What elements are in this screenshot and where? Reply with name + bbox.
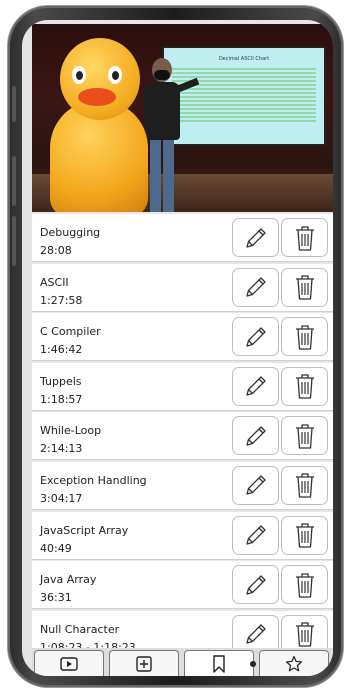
item-title: While-Loop	[40, 424, 102, 438]
rubber-duck	[50, 38, 148, 212]
list-item[interactable]: JavaScript Array 40:49	[32, 511, 333, 559]
pencil-icon	[245, 575, 266, 595]
delete-button[interactable]	[281, 565, 328, 605]
item-time: 40:49	[40, 541, 72, 555]
delete-button[interactable]	[281, 366, 328, 406]
tab-play[interactable]	[34, 650, 104, 676]
item-time: 3:04:17	[40, 491, 83, 505]
star-icon	[285, 655, 303, 672]
bookmark-list: Debugging 28:08 ASCII 1:27:58 C Compiler…	[32, 214, 333, 660]
pencil-icon	[245, 525, 266, 545]
pencil-icon	[245, 227, 266, 248]
pencil-icon	[245, 376, 266, 396]
board-table	[172, 68, 316, 124]
trash-icon	[295, 325, 314, 350]
item-title: Null Character	[40, 622, 120, 636]
edit-button[interactable]	[232, 366, 279, 406]
side-button	[12, 86, 16, 122]
trash-icon	[295, 573, 314, 598]
pencil-icon	[245, 327, 266, 347]
tab-favorites[interactable]	[259, 650, 329, 676]
item-time: 1:27:58	[40, 293, 83, 307]
trash-icon	[295, 275, 314, 300]
edit-button[interactable]	[232, 416, 279, 456]
trash-icon	[295, 473, 314, 499]
delete-button[interactable]	[281, 515, 328, 555]
trash-icon	[295, 225, 314, 251]
item-time: 36:31	[40, 591, 72, 605]
item-time: 28:08	[40, 244, 72, 257]
pencil-icon	[245, 624, 266, 644]
plus-box-icon	[136, 656, 152, 672]
list-item[interactable]: While-Loop 2:14:13	[32, 412, 333, 460]
ascii-chart-screen: Decimal ASCII Chart	[162, 46, 326, 146]
trash-icon	[295, 424, 314, 449]
tab-bar	[32, 648, 333, 676]
item-title: Java Array	[40, 573, 97, 587]
delete-button[interactable]	[281, 317, 328, 357]
pencil-icon	[245, 277, 266, 297]
board-title: Decimal ASCII Chart	[218, 56, 270, 62]
edit-button[interactable]	[232, 465, 279, 505]
item-title: C Compiler	[40, 325, 101, 339]
bookmark-icon	[213, 655, 225, 673]
delete-button[interactable]	[281, 218, 328, 257]
delete-button[interactable]	[281, 416, 328, 456]
list-item[interactable]: Tuppels 1:18:57	[32, 362, 333, 410]
item-time: 1:18:57	[40, 392, 83, 406]
pencil-icon	[245, 475, 266, 496]
trash-icon	[295, 622, 314, 647]
presenter	[144, 58, 200, 212]
item-time: 1:46:42	[40, 343, 83, 357]
active-indicator	[250, 661, 256, 667]
volume-up-button	[12, 156, 16, 206]
pencil-icon	[245, 426, 266, 446]
item-title: Tuppels	[40, 374, 82, 388]
list-item[interactable]: Java Array 36:31	[32, 561, 333, 609]
list-item[interactable]: Exception Handling 3:04:17	[32, 461, 333, 509]
tab-add[interactable]	[109, 650, 179, 676]
list-item[interactable]: C Compiler 1:46:42	[32, 313, 333, 361]
item-title: ASCII	[40, 275, 69, 289]
item-title: Exception Handling	[40, 473, 147, 487]
play-icon	[60, 657, 78, 671]
edit-button[interactable]	[232, 317, 279, 357]
tab-bookmarks[interactable]	[184, 650, 256, 676]
phone-screen: Decimal ASCII Chart Debugging 28:08 ASCI…	[22, 20, 333, 676]
item-time: 2:14:13	[40, 442, 83, 456]
delete-button[interactable]	[281, 267, 328, 307]
edit-button[interactable]	[232, 218, 279, 257]
video-player[interactable]: Decimal ASCII Chart	[32, 24, 333, 212]
trash-icon	[295, 374, 314, 399]
edit-button[interactable]	[232, 267, 279, 307]
volume-down-button	[12, 216, 16, 266]
trash-icon	[295, 523, 314, 548]
delete-button[interactable]	[281, 465, 328, 505]
list-item[interactable]: ASCII 1:27:58	[32, 263, 333, 311]
list-item[interactable]: Debugging 28:08	[32, 214, 333, 261]
item-title: Debugging	[40, 226, 101, 239]
edit-button[interactable]	[232, 565, 279, 605]
item-title: JavaScript Array	[40, 523, 129, 537]
edit-button[interactable]	[232, 515, 279, 555]
